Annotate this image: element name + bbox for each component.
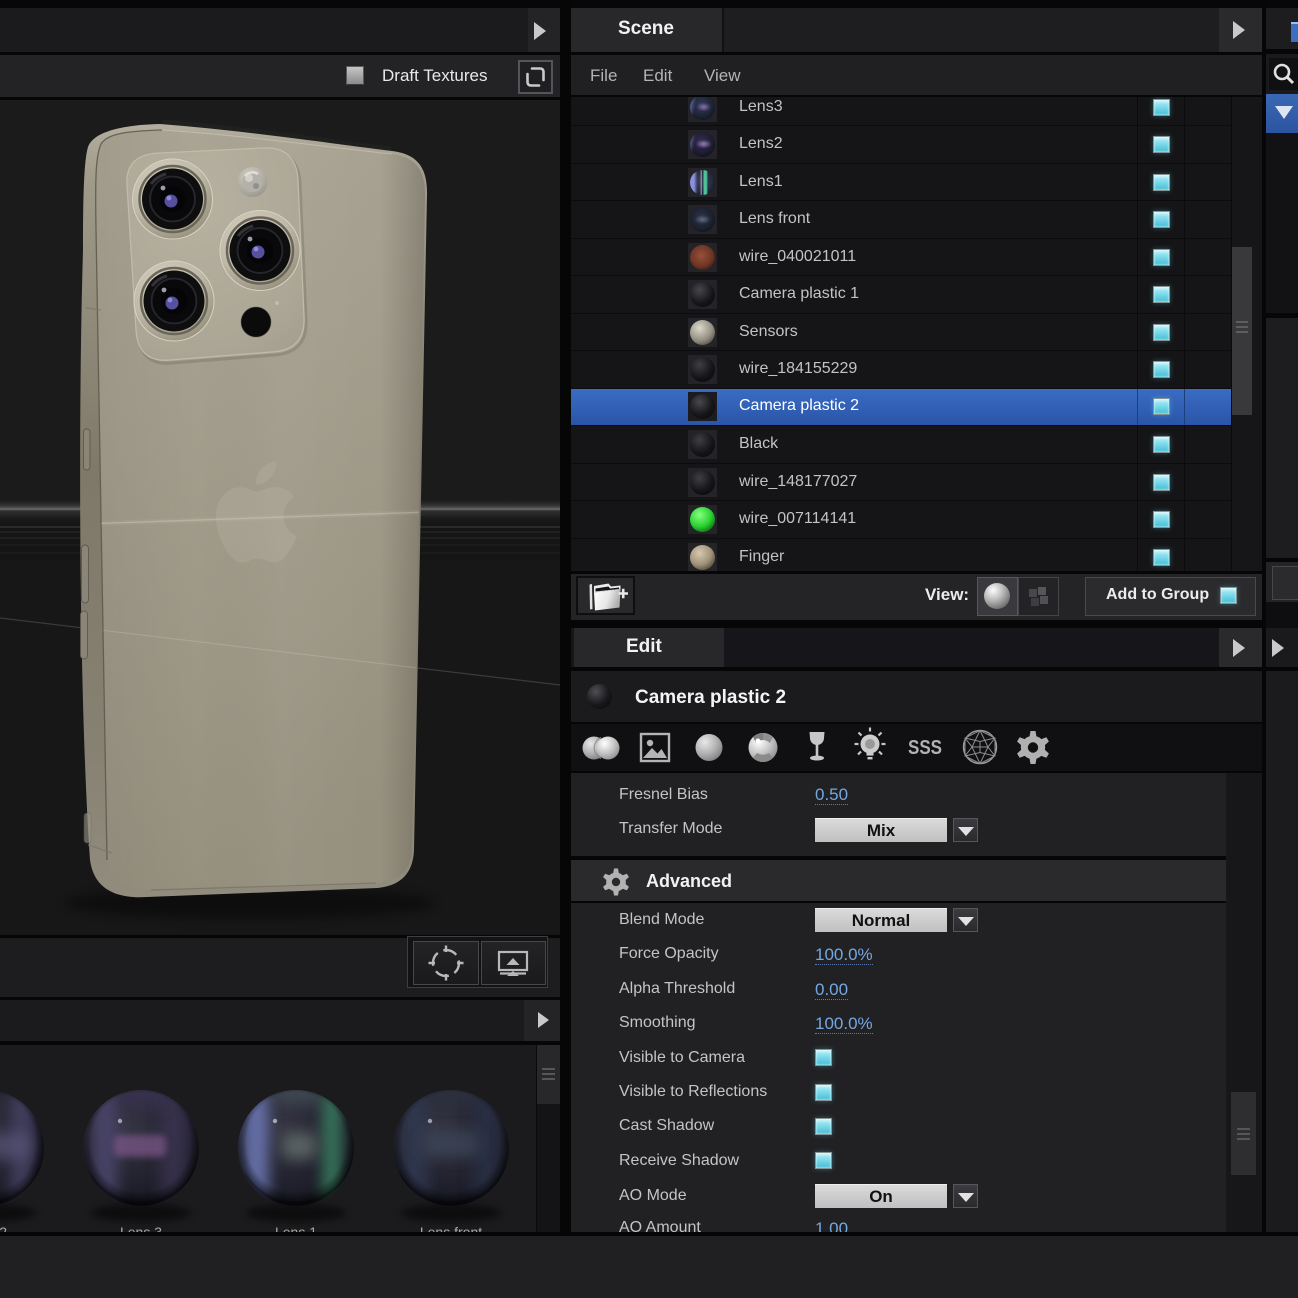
svg-text:Lens 1: Lens 1	[275, 1224, 317, 1232]
svg-text:SSS: SSS	[908, 737, 942, 759]
svg-text:Lens front: Lens front	[420, 1224, 482, 1232]
svg-text:Lens 3: Lens 3	[120, 1224, 162, 1232]
svg-text:Lens 2: Lens 2	[0, 1224, 7, 1232]
